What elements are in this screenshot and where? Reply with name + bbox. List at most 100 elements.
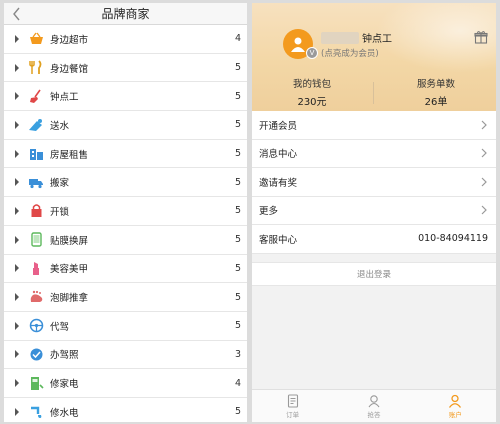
user-icon <box>291 37 305 52</box>
category-label: 身边餐馆 <box>50 63 89 75</box>
menu-item-customer-service[interactable]: 客服中心 010-84094119 <box>252 225 496 254</box>
category-label: 开锁 <box>50 206 70 218</box>
back-icon <box>13 7 20 21</box>
service-phone[interactable]: 010-84094119 <box>418 233 488 244</box>
nav-bar: 品牌商家 <box>4 3 247 25</box>
chevron-right-icon <box>480 205 488 215</box>
category-item-beauty[interactable]: 美容美甲 5 <box>4 255 247 284</box>
category-count: 5 <box>234 119 241 131</box>
expand-caret-icon <box>14 350 24 359</box>
fork-knife-icon <box>28 60 44 76</box>
orders-value: 26单 <box>424 97 448 108</box>
category-item-restaurant[interactable]: 身边餐馆 5 <box>4 54 247 83</box>
member-badge: V <box>306 47 318 59</box>
menu-item-invite[interactable]: 邀请有奖 <box>252 168 496 197</box>
expand-caret-icon <box>14 264 24 273</box>
building-icon <box>28 146 44 162</box>
steering-wheel-icon <box>28 318 44 334</box>
chevron-right-icon <box>480 177 488 187</box>
orders-stat[interactable]: 服务单数 26单 <box>386 76 486 108</box>
tab-grab[interactable]: 抢答 <box>333 390 414 422</box>
category-count: 5 <box>234 176 241 188</box>
category-label: 修家电 <box>50 379 79 391</box>
category-label: 修水电 <box>50 407 79 419</box>
lock-icon <box>28 203 44 219</box>
category-count: 5 <box>234 205 241 217</box>
account-menu: 开通会员 消息中心 邀请有奖 更多 客服中心 010-84094119 <box>252 111 496 254</box>
username: 钟点工 <box>362 34 392 45</box>
expand-caret-icon <box>14 407 24 416</box>
category-item-moving[interactable]: 搬家 5 <box>4 168 247 198</box>
category-item-foot-massage[interactable]: 泡脚推拿 5 <box>4 283 247 312</box>
category-item-drivers-license[interactable]: 办驾照 3 <box>4 341 247 370</box>
expand-caret-icon <box>14 178 24 187</box>
truck-icon <box>28 174 44 190</box>
category-label: 代驾 <box>50 321 70 333</box>
category-count: 5 <box>234 406 241 418</box>
chevron-right-icon <box>480 120 488 130</box>
expand-caret-icon <box>14 206 24 215</box>
page-title: 品牌商家 <box>101 7 150 21</box>
lipstick-icon <box>28 260 44 276</box>
category-count: 5 <box>234 291 241 303</box>
category-item-water-delivery[interactable]: 送水 5 <box>4 111 247 140</box>
category-item-plumbing-repair[interactable]: 修水电 5 <box>4 398 247 422</box>
redacted-name <box>321 32 359 44</box>
order-icon <box>287 393 298 408</box>
expand-caret-icon <box>14 92 24 101</box>
expand-caret-icon <box>14 293 24 302</box>
category-count: 5 <box>234 320 241 332</box>
category-label: 泡脚推拿 <box>50 293 89 305</box>
category-item-unlock[interactable]: 开锁 5 <box>4 197 247 226</box>
tab-label: 账户 <box>448 410 462 419</box>
menu-label: 消息中心 <box>259 149 298 161</box>
expand-caret-icon <box>14 379 24 388</box>
category-label: 贴膜换屏 <box>50 235 89 247</box>
category-count: 5 <box>234 262 241 274</box>
category-label: 美容美甲 <box>50 264 89 276</box>
wallet-value: 230元 <box>297 97 327 108</box>
gift-icon[interactable] <box>474 30 488 44</box>
wallet-stat[interactable]: 我的钱包 230元 <box>262 76 362 108</box>
tab-bar: 订单 抢答 账户 <box>252 389 496 422</box>
category-label: 搬家 <box>50 178 70 190</box>
logout-label: 退出登录 <box>356 269 391 280</box>
menu-label: 邀请有奖 <box>259 177 298 189</box>
tab-label: 抢答 <box>367 410 381 419</box>
stat-divider <box>373 82 374 104</box>
menu-item-messages[interactable]: 消息中心 <box>252 140 496 168</box>
category-count: 4 <box>234 33 241 45</box>
account-icon <box>449 394 462 408</box>
tab-account[interactable]: 账户 <box>415 390 496 422</box>
expand-caret-icon <box>14 34 24 43</box>
logout-button[interactable]: 退出登录 <box>252 261 496 286</box>
expand-caret-icon <box>14 321 24 330</box>
profile-header: V 钟点工 (点亮成为会员) 我的钱包 230元 服务单数 26单 <box>252 3 496 111</box>
category-label: 身边超市 <box>50 34 89 46</box>
menu-label: 更多 <box>259 206 279 218</box>
category-item-housing[interactable]: 房屋租售 5 <box>4 140 247 169</box>
expand-caret-icon <box>14 235 24 244</box>
category-count: 5 <box>234 90 241 102</box>
tab-orders[interactable]: 订单 <box>252 390 333 422</box>
cleaning-icon <box>28 88 44 104</box>
menu-label: 客服中心 <box>259 234 298 246</box>
phone-icon <box>28 232 44 248</box>
category-item-appliance-repair[interactable]: 修家电 4 <box>4 369 247 398</box>
back-button[interactable] <box>8 5 26 23</box>
category-label: 钟点工 <box>50 92 79 104</box>
category-count: 5 <box>234 148 241 160</box>
menu-item-more[interactable]: 更多 <box>252 197 496 225</box>
orders-label: 服务单数 <box>416 79 455 90</box>
menu-item-membership[interactable]: 开通会员 <box>252 111 496 140</box>
category-item-designated-driver[interactable]: 代驾 5 <box>4 312 247 341</box>
basket-icon <box>28 31 44 47</box>
category-item-screen-repair[interactable]: 贴膜换屏 5 <box>4 226 247 255</box>
menu-label: 开通会员 <box>259 120 298 132</box>
merchant-list-panel: 品牌商家 身边超市 4 身边餐馆 5 钟点工 5 送水 5 房屋租售 5 搬家 <box>4 3 247 422</box>
chevron-right-icon <box>480 148 488 158</box>
category-label: 房屋租售 <box>50 149 89 161</box>
category-item-hourly-worker[interactable]: 钟点工 5 <box>4 82 247 112</box>
category-item-supermarket[interactable]: 身边超市 4 <box>4 25 247 54</box>
member-hint[interactable]: (点亮成为会员) <box>321 47 379 59</box>
